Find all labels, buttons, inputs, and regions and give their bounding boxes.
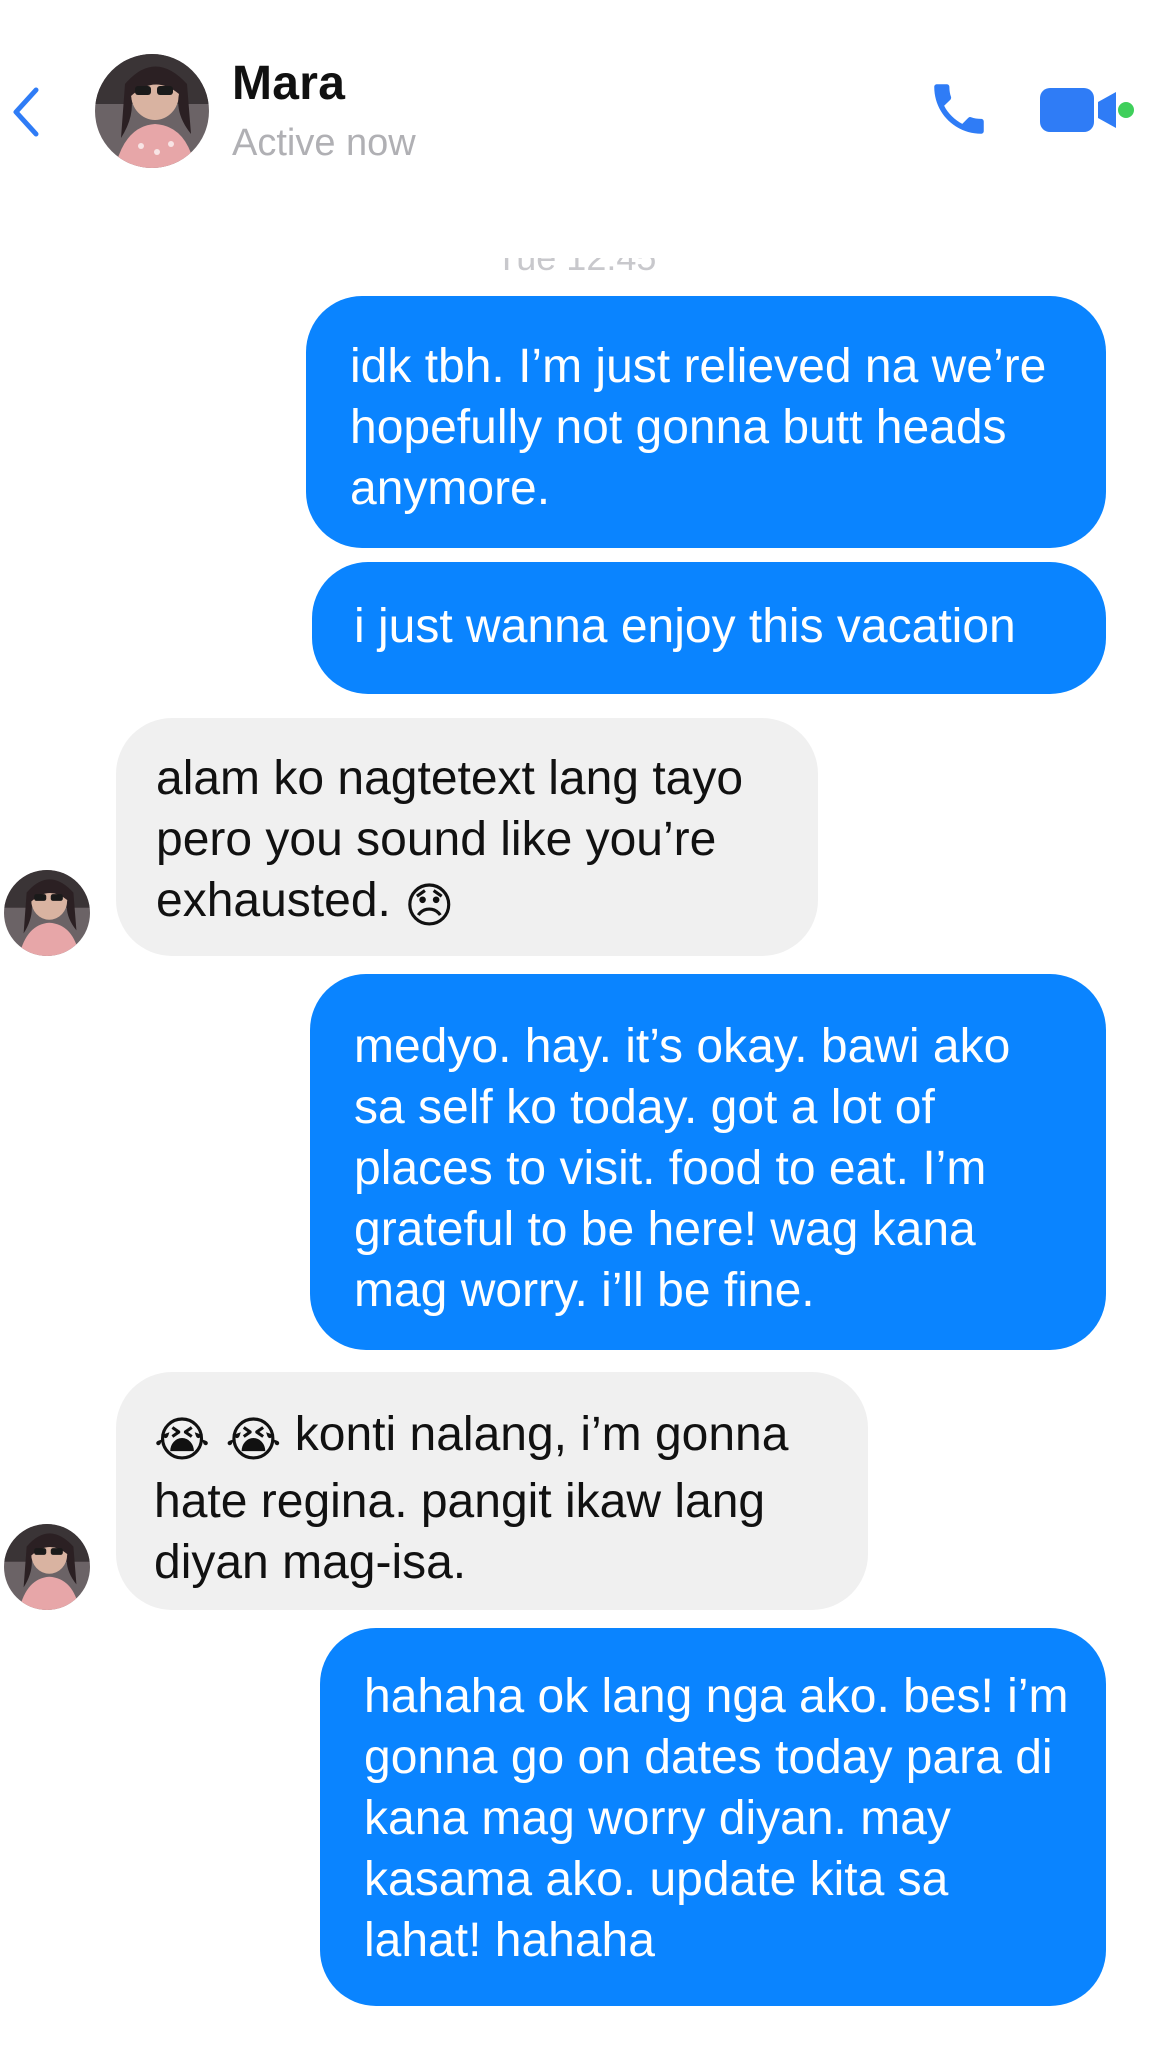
outgoing-message[interactable]: medyo. hay. it’s okay. bawi ako sa self … — [310, 974, 1106, 1350]
chat-header: Mara Active now — [0, 0, 1152, 200]
outgoing-message[interactable]: i just wanna enjoy this vacation — [312, 562, 1106, 694]
message-text: hahaha ok lang nga ako. bes! i’m gonna g… — [364, 1670, 1069, 1967]
message-text: i just wanna enjoy this vacation — [354, 600, 1016, 653]
contact-avatar-small[interactable] — [4, 870, 90, 956]
message-text: medyo. hay. it’s okay. bawi ako sa self … — [354, 1020, 1011, 1317]
contact-name[interactable]: Mara — [232, 56, 345, 111]
contact-avatar-small[interactable] — [4, 1524, 90, 1610]
message-text: idk tbh. I’m just relieved na we’re hope… — [350, 340, 1047, 515]
incoming-message[interactable]: alam ko nagtetext lang tayo pero you sou… — [116, 718, 818, 956]
loudly-crying-face-emoji: 😭 😭 — [154, 1412, 282, 1468]
outgoing-message[interactable]: idk tbh. I’m just relieved na we’re hope… — [306, 296, 1106, 548]
active-dot — [1118, 102, 1134, 118]
chevron-left-icon[interactable] — [8, 84, 44, 140]
disappointed-face-emoji: 😞 — [404, 878, 455, 934]
active-status: Active now — [232, 122, 416, 164]
outgoing-message[interactable]: hahaha ok lang nga ako. bes! i’m gonna g… — [320, 1628, 1106, 2006]
contact-avatar[interactable] — [95, 54, 209, 168]
video-camera-icon[interactable] — [1040, 84, 1152, 136]
incoming-message[interactable]: 😭 😭 konti nalang, i’m gonna hate regina.… — [116, 1372, 868, 1610]
date-separator: Tue 12:45 — [0, 258, 1152, 276]
phone-icon[interactable] — [926, 76, 992, 142]
chat-screen: Mara Active now Tue 12:45 idk tbh. I’m j… — [0, 0, 1152, 2048]
